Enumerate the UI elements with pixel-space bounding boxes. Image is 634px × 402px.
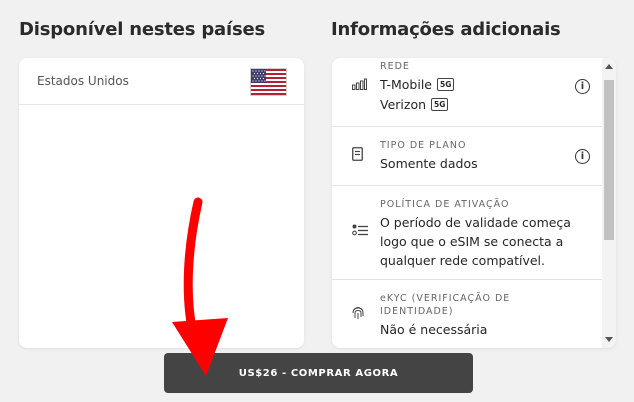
- scroll-up-arrow-icon[interactable]: [605, 64, 613, 69]
- countries-heading: Disponível nestes países: [19, 19, 266, 40]
- ekyc-label: IDENTIDADE): [380, 306, 454, 317]
- countries-card: Estados Unidos: [19, 58, 304, 348]
- info-list: REDE T-Mobile 5G Verizon 5G i TIPO DE PLAN…: [332, 58, 602, 348]
- 5g-badge: 5G: [437, 78, 455, 91]
- carrier-name: T-Mobile: [380, 77, 433, 92]
- buy-now-button[interactable]: US$26 - COMPRAR AGORA: [164, 353, 473, 393]
- plan-type-value: Somente dados: [380, 156, 478, 171]
- ekyc-value: Não é necessária: [380, 322, 488, 337]
- fingerprint-icon: [352, 307, 364, 319]
- additional-info-card[interactable]: REDE T-Mobile 5G Verizon 5G i TIPO DE PLAN…: [332, 58, 616, 348]
- us-flag-icon: [251, 69, 286, 95]
- 5g-badge: 5G: [431, 98, 449, 111]
- checklist-icon: [352, 224, 368, 236]
- info-row-network: REDE T-Mobile 5G Verizon 5G i: [332, 58, 602, 127]
- document-icon: [352, 147, 363, 161]
- info-row-activation-policy: POLÍTICA DE ATIVAÇÃO O período de valida…: [332, 186, 602, 280]
- country-item: Estados Unidos: [19, 58, 304, 105]
- country-name: Estados Unidos: [37, 74, 129, 88]
- plan-type-label: TIPO DE PLANO: [380, 140, 467, 151]
- scrollbar[interactable]: [602, 58, 616, 348]
- info-row-ekyc: eKYC (VERIFICAÇÃO DE IDENTIDADE) Não é n…: [332, 280, 602, 348]
- info-icon[interactable]: i: [575, 79, 590, 94]
- scroll-down-arrow-icon[interactable]: [605, 337, 613, 342]
- activation-policy-label: POLÍTICA DE ATIVAÇÃO: [380, 199, 510, 210]
- activation-policy-line: qualquer rede compatível.: [380, 253, 546, 268]
- activation-policy-line: logo que o eSIM se conecta a: [380, 234, 564, 249]
- info-row-plan-type: TIPO DE PLANO Somente dados i: [332, 127, 602, 186]
- network-label: REDE: [380, 61, 410, 72]
- carrier-name: Verizon: [380, 97, 427, 112]
- additional-info-heading: Informações adicionais: [331, 19, 561, 40]
- ekyc-label: eKYC (VERIFICAÇÃO DE: [380, 293, 511, 304]
- carrier-item: T-Mobile 5G: [380, 75, 455, 94]
- signal-bars-icon: [352, 78, 367, 90]
- info-icon[interactable]: i: [575, 149, 590, 164]
- scrollbar-thumb[interactable]: [604, 80, 614, 240]
- activation-policy-line: O período de validade começa: [380, 215, 571, 230]
- carrier-item: Verizon 5G: [380, 95, 449, 114]
